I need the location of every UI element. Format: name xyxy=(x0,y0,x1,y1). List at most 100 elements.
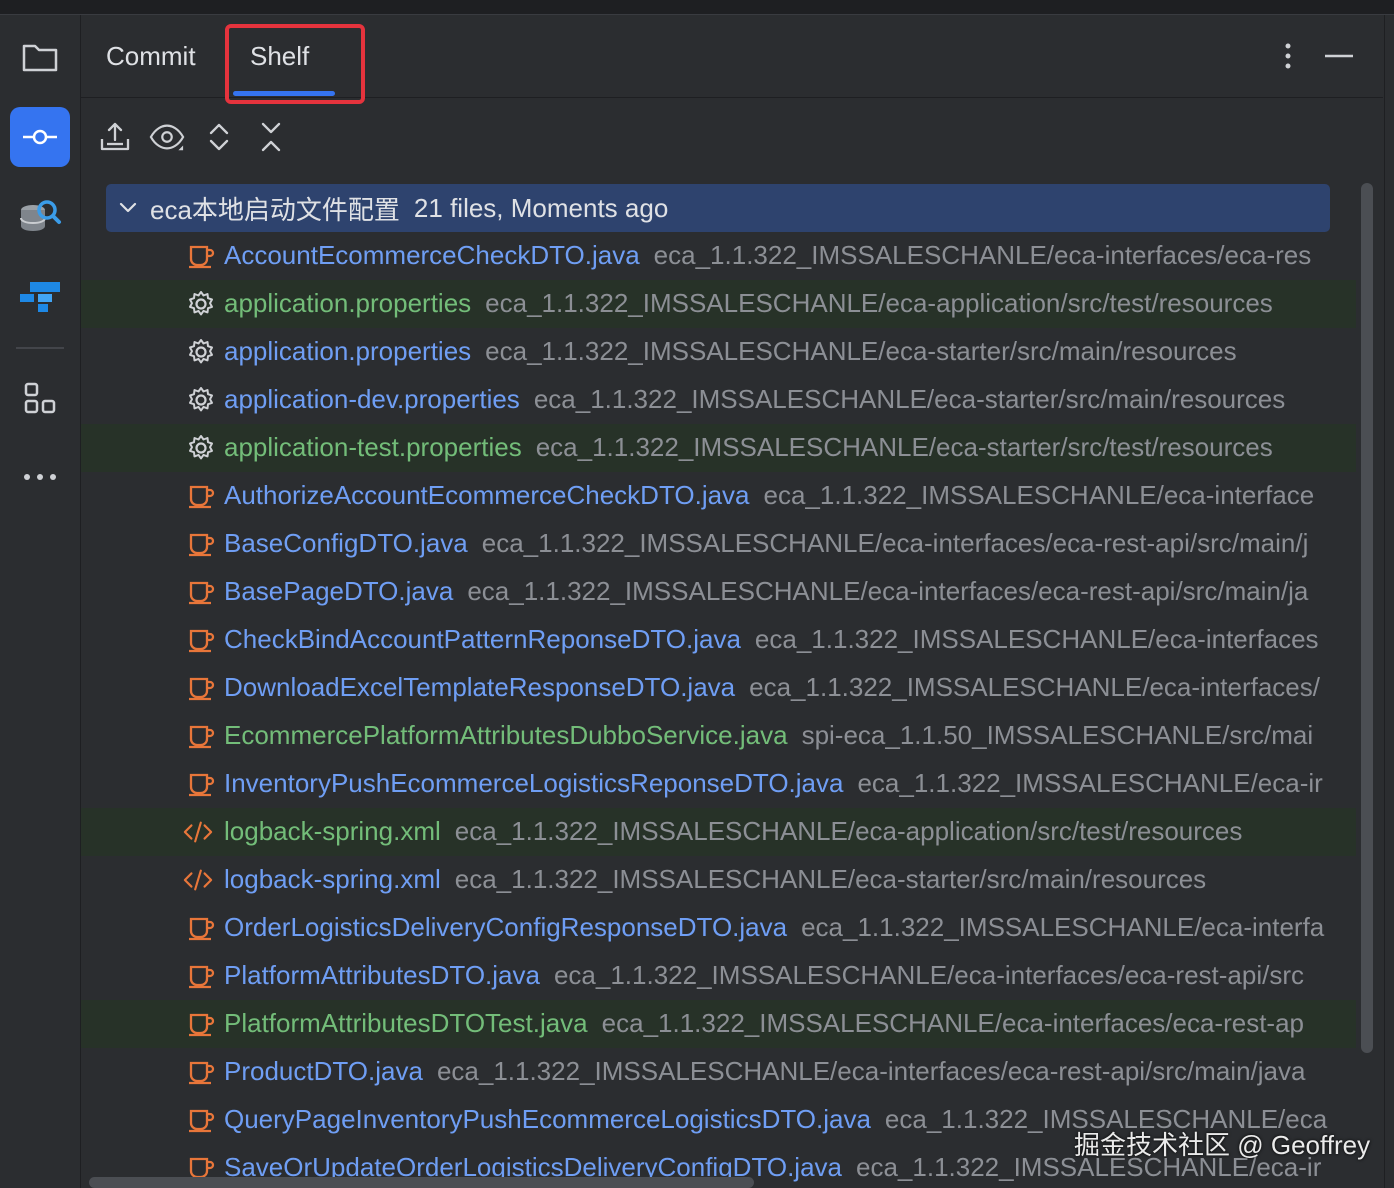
plugin-logo-icon xyxy=(20,282,60,312)
file-path: eca_1.1.322_IMSSALESCHANLE/eca-interface… xyxy=(436,1056,1306,1086)
file-path: eca_1.1.322_IMSSALESCHANLE/eca-interfa xyxy=(801,912,1325,942)
file-row[interactable]: application-dev.properties eca_1.1.322_IM… xyxy=(81,376,1356,424)
file-path: eca_1.1.322_IMSSALESCHANLE/eca-starter/s… xyxy=(535,432,1273,462)
file-row-text: ProductDTO.java eca_1.1.322_IMSSALESCHANL… xyxy=(224,1056,1305,1087)
vertical-scrollbar[interactable] xyxy=(1361,183,1373,1053)
database-tool-button[interactable] xyxy=(10,187,70,247)
shelf-tree: eca本地启动文件配置 21 files, Moments ago Accoun… xyxy=(81,183,1356,1183)
file-name: InventoryPushEcommerceLogisticsReponseDT… xyxy=(224,768,844,798)
properties-file-icon xyxy=(186,338,216,366)
java-file-icon xyxy=(186,242,216,270)
options-menu-button[interactable] xyxy=(1273,41,1303,71)
file-row-text: EcommercePlatformAttributesDubboService.… xyxy=(224,720,1313,751)
chevron-down-icon[interactable] xyxy=(112,202,144,214)
watermark: 掘金技术社区 @ Geoffrey xyxy=(1074,1130,1371,1160)
file-row[interactable]: CheckBindAccountPatternReponseDTO.java ec… xyxy=(81,616,1356,664)
unshelve-icon xyxy=(100,122,130,151)
file-name: logback-spring.xml xyxy=(224,816,441,846)
file-row-text: OrderLogisticsDeliveryConfigResponseDTO.… xyxy=(224,912,1324,943)
file-row[interactable]: OrderLogisticsDeliveryConfigResponseDTO.… xyxy=(81,904,1356,952)
collapse-all-button[interactable] xyxy=(253,119,289,155)
java-file-icon xyxy=(186,530,216,558)
java-file-icon xyxy=(186,770,216,798)
file-row[interactable]: BaseConfigDTO.java eca_1.1.322_IMSSALESCH… xyxy=(81,520,1356,568)
java-file-icon xyxy=(186,626,216,654)
file-row[interactable]: EcommercePlatformAttributesDubboService.… xyxy=(81,712,1356,760)
hide-panel-button[interactable] xyxy=(1323,41,1355,71)
shelf-toolbar xyxy=(81,105,1383,165)
commit-icon xyxy=(23,129,57,145)
file-row-text: AuthorizeAccountEcommerceCheckDTO.java ec… xyxy=(224,480,1314,511)
minimize-icon xyxy=(1325,54,1353,58)
file-path: eca_1.1.322_IMSSALESCHANLE/eca-interface xyxy=(763,480,1315,510)
file-path: eca_1.1.322_IMSSALESCHANLE/eca-interface… xyxy=(653,240,1312,270)
properties-file-icon xyxy=(186,290,216,318)
folder-icon xyxy=(22,44,58,72)
file-path: spi-eca_1.1.50_IMSSALESCHANLE/src/mai xyxy=(801,720,1314,750)
xml-file-icon xyxy=(183,818,213,846)
file-row-text: application.properties eca_1.1.322_IMSSAL… xyxy=(224,288,1273,319)
more-icon xyxy=(24,474,56,480)
expand-all-icon xyxy=(209,123,229,151)
file-row[interactable]: AuthorizeAccountEcommerceCheckDTO.java ec… xyxy=(81,472,1356,520)
file-row[interactable]: PlatformAttributesDTO.java eca_1.1.322_IM… xyxy=(81,952,1356,1000)
file-name: QueryPageInventoryPushEcommerceLogistics… xyxy=(224,1104,871,1134)
unshelve-button[interactable] xyxy=(97,119,133,155)
java-file-icon xyxy=(186,1010,216,1038)
file-row-text: PlatformAttributesDTO.java eca_1.1.322_IM… xyxy=(224,960,1304,991)
java-file-icon xyxy=(186,482,216,510)
file-path: eca_1.1.322_IMSSALESCHANLE/eca-applicati… xyxy=(454,816,1243,846)
file-path: eca_1.1.322_IMSSALESCHANLE/eca-starter/s… xyxy=(454,864,1207,894)
preview-eye-icon xyxy=(149,124,185,151)
properties-file-icon xyxy=(186,386,216,414)
file-row[interactable]: PlatformAttributesDTOTest.java eca_1.1.32… xyxy=(81,1000,1356,1048)
file-row[interactable]: ProductDTO.java eca_1.1.322_IMSSALESCHANL… xyxy=(81,1048,1356,1096)
file-row[interactable]: application.properties eca_1.1.322_IMSSAL… xyxy=(81,280,1356,328)
tab-commit[interactable]: Commit xyxy=(106,41,196,72)
project-button[interactable] xyxy=(10,27,70,87)
file-row[interactable]: logback-spring.xml eca_1.1.322_IMSSALESCH… xyxy=(81,808,1356,856)
file-name: BaseConfigDTO.java xyxy=(224,528,468,558)
file-row[interactable]: InventoryPushEcommerceLogisticsReponseDT… xyxy=(81,760,1356,808)
file-path: eca_1.1.322_IMSSALESCHANLE/eca-interface… xyxy=(481,528,1309,558)
java-file-icon xyxy=(186,962,216,990)
file-path: eca_1.1.322_IMSSALESCHANLE/eca-starter/s… xyxy=(533,384,1286,414)
java-file-icon xyxy=(186,914,216,942)
file-row[interactable]: application-test.properties eca_1.1.322_I… xyxy=(81,424,1356,472)
file-path: eca_1.1.322_IMSSALESCHANLE/eca-interface… xyxy=(601,1008,1305,1038)
xml-file-icon xyxy=(183,866,213,894)
file-name: CheckBindAccountPatternReponseDTO.java xyxy=(224,624,741,654)
commit-tool-button[interactable] xyxy=(10,107,70,167)
file-row-text: logback-spring.xml eca_1.1.322_IMSSALESCH… xyxy=(224,816,1242,847)
right-tool-window-bar xyxy=(1384,15,1394,1188)
structure-tool-button[interactable] xyxy=(10,369,70,429)
file-row[interactable]: DownloadExcelTemplateResponseDTO.java eca… xyxy=(81,664,1356,712)
file-path: eca_1.1.322_IMSSALESCHANLE/eca-applicati… xyxy=(485,288,1273,318)
file-row-text: CheckBindAccountPatternReponseDTO.java ec… xyxy=(224,624,1319,655)
file-row-text: AccountEcommerceCheckDTO.java eca_1.1.322… xyxy=(224,240,1311,271)
file-row-text: InventoryPushEcommerceLogisticsReponseDT… xyxy=(224,768,1323,799)
file-name: ProductDTO.java xyxy=(224,1056,423,1086)
file-row-text: logback-spring.xml eca_1.1.322_IMSSALESCH… xyxy=(224,864,1206,895)
file-name: application.properties xyxy=(224,288,472,318)
more-tools-button[interactable] xyxy=(10,447,70,507)
file-name: EcommercePlatformAttributesDubboService.… xyxy=(224,720,788,750)
preview-button[interactable] xyxy=(149,119,185,155)
file-row-text: application-dev.properties eca_1.1.322_IM… xyxy=(224,384,1285,415)
collapse-all-icon xyxy=(261,122,281,152)
file-row[interactable]: logback-spring.xml eca_1.1.322_IMSSALESCH… xyxy=(81,856,1356,904)
changelist-title: eca本地启动文件配置 xyxy=(150,194,400,225)
file-path: eca_1.1.322_IMSSALESCHANLE/eca-interface… xyxy=(553,960,1304,990)
expand-all-button[interactable] xyxy=(201,119,237,155)
horizontal-scrollbar[interactable] xyxy=(89,1177,754,1188)
file-row[interactable]: application.properties eca_1.1.322_IMSSAL… xyxy=(81,328,1356,376)
file-row[interactable]: BasePageDTO.java eca_1.1.322_IMSSALESCHAN… xyxy=(81,568,1356,616)
file-row[interactable]: AccountEcommerceCheckDTO.java eca_1.1.322… xyxy=(81,232,1356,280)
shelf-changelist-row[interactable]: eca本地启动文件配置 21 files, Moments ago xyxy=(106,184,1330,232)
plugin-tool-button[interactable] xyxy=(10,267,70,327)
file-name: AuthorizeAccountEcommerceCheckDTO.java xyxy=(224,480,750,510)
file-row-text: BaseConfigDTO.java eca_1.1.322_IMSSALESCH… xyxy=(224,528,1308,559)
database-search-icon xyxy=(20,200,61,231)
file-name: application-test.properties xyxy=(224,432,522,462)
file-name: BasePageDTO.java xyxy=(224,576,454,606)
